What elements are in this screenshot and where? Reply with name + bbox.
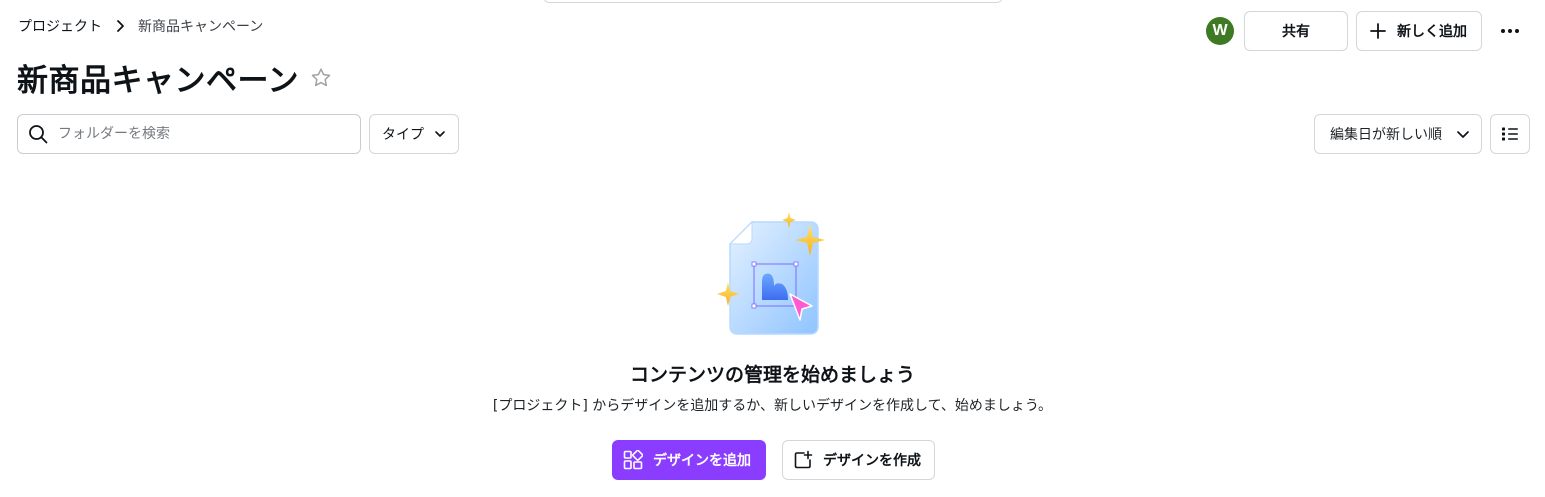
avatar[interactable]: W xyxy=(1206,17,1234,45)
search-input[interactable] xyxy=(58,126,338,142)
folder-search[interactable] xyxy=(17,114,361,154)
add-new-label: 新しく追加 xyxy=(1397,24,1467,40)
share-button[interactable]: 共有 xyxy=(1244,11,1348,51)
add-design-icon xyxy=(623,450,643,470)
add-design-label: デザインを追加 xyxy=(653,453,751,469)
sort-label: 編集日が新しい順 xyxy=(1330,127,1442,143)
empty-state-title: コンテンツの管理を始めましょう xyxy=(629,364,915,386)
more-icon xyxy=(1500,28,1520,34)
chevron-down-icon xyxy=(434,130,446,138)
breadcrumb-current: 新商品キャンペーン xyxy=(138,19,264,35)
header-actions: W 共有 新しく追加 xyxy=(1206,11,1530,51)
star-icon[interactable] xyxy=(309,66,333,90)
create-design-label: デザインを作成 xyxy=(823,453,921,469)
add-design-button[interactable]: デザインを追加 xyxy=(612,440,766,480)
top-search-bar-edge[interactable] xyxy=(543,0,1003,3)
empty-state-illustration xyxy=(712,210,832,340)
create-design-button[interactable]: デザインを作成 xyxy=(782,440,935,480)
type-filter-dropdown[interactable]: タイプ xyxy=(369,114,459,154)
create-design-icon xyxy=(793,450,813,470)
sort-dropdown[interactable]: 編集日が新しい順 xyxy=(1314,114,1482,154)
view-toggle-button[interactable] xyxy=(1490,114,1530,154)
add-new-button[interactable]: 新しく追加 xyxy=(1356,11,1482,51)
breadcrumb: プロジェクト 新商品キャンペーン xyxy=(18,15,263,37)
chevron-down-icon xyxy=(1456,130,1470,139)
page-title-row: 新商品キャンペーン xyxy=(17,55,333,100)
empty-state-description: [プロジェクト] からデザインを追加するか、新しいデザインを作成して、始めましょ… xyxy=(492,398,1053,414)
list-view-icon xyxy=(1501,126,1519,142)
breadcrumb-projects-link[interactable]: プロジェクト xyxy=(18,16,102,36)
search-icon xyxy=(28,124,48,144)
page-title: 新商品キャンペーン xyxy=(17,63,299,99)
type-filter-label: タイプ xyxy=(382,127,424,143)
chevron-right-icon xyxy=(108,19,132,33)
more-options-button[interactable] xyxy=(1490,11,1530,51)
plus-icon xyxy=(1369,22,1387,40)
